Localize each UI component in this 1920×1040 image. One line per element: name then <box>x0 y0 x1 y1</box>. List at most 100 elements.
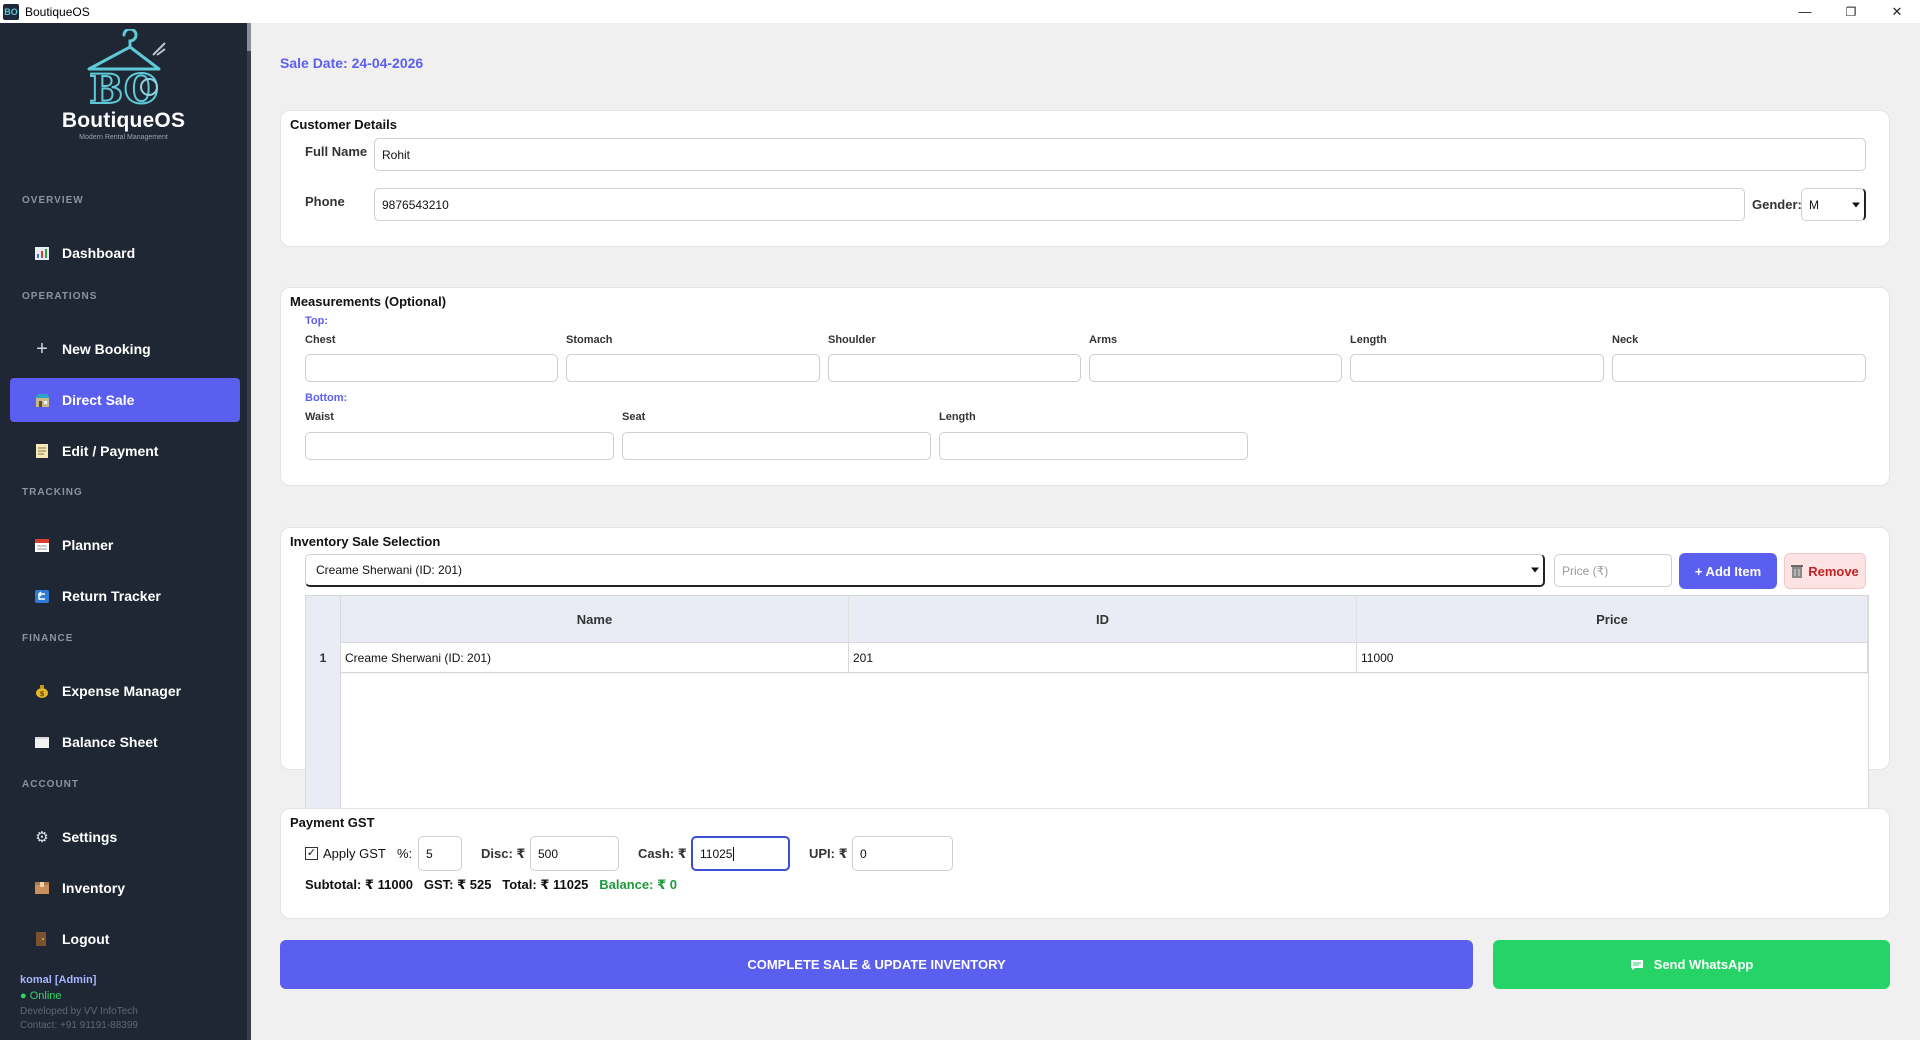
gst-percent-input[interactable]: 5 <box>418 836 462 871</box>
chest-label: Chest <box>305 334 336 346</box>
remove-button[interactable]: Remove <box>1784 553 1866 589</box>
full-name-label: Full Name <box>305 144 368 159</box>
bottom-length-input[interactable] <box>939 432 1248 460</box>
add-item-button[interactable]: + Add Item <box>1679 553 1777 589</box>
gender-select[interactable]: M <box>1801 188 1866 221</box>
svg-text:BO: BO <box>89 66 158 107</box>
sidebar-item-new-booking[interactable]: + New Booking <box>10 327 240 371</box>
row-number[interactable]: 1 <box>306 642 341 673</box>
cash-label: Cash: ₹ <box>638 846 687 861</box>
status-badge: ● Online <box>20 990 62 1002</box>
shoulder-input[interactable] <box>828 354 1081 382</box>
plus-icon: + <box>36 337 48 360</box>
arms-label: Arms <box>1089 334 1118 346</box>
sidebar-item-edit-payment[interactable]: Edit / Payment <box>10 429 240 473</box>
developer-contact: Contact: +91 91191-88399 <box>20 1020 138 1031</box>
window-titlebar: BO BoutiqueOS — ❐ ✕ <box>0 0 1920 23</box>
bottom-measurements-label: Bottom: <box>305 392 348 404</box>
complete-sale-button[interactable]: COMPLETE SALE & UPDATE INVENTORY <box>280 940 1473 989</box>
sidebar-item-planner[interactable]: Planner <box>10 523 240 567</box>
checkmark-icon: ✓ <box>306 847 317 859</box>
payment-totals: Subtotal: ₹ 11000 GST: ₹ 525 Total: ₹ 11… <box>305 877 677 893</box>
window-controls: — ❐ ✕ <box>1782 0 1920 23</box>
full-name-input[interactable]: Rohit <box>374 138 1866 171</box>
sidebar-item-label: Logout <box>62 931 110 947</box>
money-bag-icon: $ <box>34 683 50 699</box>
sale-date: Sale Date: 24-04-2026 <box>280 55 424 71</box>
inventory-item-select[interactable]: Creame Sherwani (ID: 201) <box>305 554 1545 587</box>
sidebar-item-return-tracker[interactable]: Return Tracker <box>10 574 240 618</box>
send-whatsapp-button[interactable]: Send WhatsApp <box>1493 940 1890 989</box>
upi-input[interactable]: 0 <box>852 836 953 871</box>
sidebar-item-label: Dashboard <box>62 245 136 261</box>
seat-input[interactable] <box>622 432 931 460</box>
sidebar-item-label: New Booking <box>62 341 151 357</box>
gst-percent-value: 5 <box>426 846 433 861</box>
chart-icon <box>34 245 50 261</box>
user-name: komal [Admin] <box>20 974 97 986</box>
sidebar: BO BoutiqueOS Modern Rental Management O… <box>0 23 247 1040</box>
waist-label: Waist <box>305 411 334 423</box>
price-input[interactable]: Price (₹) <box>1554 554 1672 587</box>
arms-input[interactable] <box>1089 354 1342 382</box>
table-cell-id[interactable]: 201 <box>849 642 1357 673</box>
card-title: Measurements (Optional) <box>290 294 447 309</box>
store-icon <box>34 392 50 408</box>
column-header-price[interactable]: Price <box>1357 596 1868 642</box>
section-finance: FINANCE <box>22 633 74 644</box>
top-measurements-label: Top: <box>305 315 329 327</box>
svg-text:$: $ <box>40 690 45 698</box>
table-cell-name[interactable]: Creame Sherwani (ID: 201) <box>341 642 849 673</box>
column-header-id[interactable]: ID <box>849 596 1357 642</box>
apply-gst-checkbox[interactable]: ✓ <box>305 847 318 860</box>
section-operations: OPERATIONS <box>22 291 98 302</box>
neck-label: Neck <box>1612 334 1639 346</box>
sidebar-item-dashboard[interactable]: Dashboard <box>10 231 240 275</box>
chevron-down-icon <box>1531 567 1539 573</box>
discount-input[interactable]: 500 <box>530 836 619 871</box>
sidebar-item-balance-sheet[interactable]: Balance Sheet <box>10 720 240 764</box>
sidebar-item-settings[interactable]: ⚙ Settings <box>10 815 240 859</box>
section-overview: OVERVIEW <box>22 195 84 206</box>
neck-input[interactable] <box>1612 354 1866 382</box>
upi-label: UPI: ₹ <box>809 846 848 861</box>
apply-gst-label: Apply GST <box>323 846 386 861</box>
table-cell-price[interactable]: 11000 <box>1357 642 1868 673</box>
sidebar-item-direct-sale[interactable]: Direct Sale <box>10 378 240 422</box>
full-name-value: Rohit <box>382 147 411 162</box>
seat-label: Seat <box>622 411 646 423</box>
sidebar-item-label: Inventory <box>62 880 126 896</box>
scrollbar-thumb[interactable] <box>247 23 251 51</box>
column-header-name[interactable]: Name <box>341 596 849 642</box>
cash-value: 11025 <box>700 846 733 861</box>
gender-label: Gender: <box>1752 197 1802 212</box>
chest-input[interactable] <box>305 354 558 382</box>
card-title: Payment GST <box>290 815 375 830</box>
developer-credit: Developed by VV InfoTech <box>20 1006 138 1017</box>
sidebar-item-expense-manager[interactable]: $ Expense Manager <box>10 669 240 713</box>
balance-text: Balance: ₹ 0 <box>599 877 677 892</box>
sidebar-item-label: Planner <box>62 537 114 553</box>
sidebar-item-logout[interactable]: Logout <box>10 917 240 961</box>
sheet-icon <box>34 734 50 750</box>
section-tracking: TRACKING <box>22 487 83 498</box>
minimize-icon[interactable]: — <box>1782 0 1828 23</box>
phone-label: Phone <box>305 194 345 209</box>
memo-icon <box>34 443 50 459</box>
close-icon[interactable]: ✕ <box>1874 0 1920 23</box>
sidebar-item-inventory[interactable]: Inventory <box>10 866 240 910</box>
inventory-sale-card: Inventory Sale Selection Creame Sherwani… <box>280 527 1890 811</box>
phone-input[interactable]: 9876543210 <box>374 188 1745 221</box>
stomach-input[interactable] <box>566 354 820 382</box>
maximize-icon[interactable]: ❐ <box>1828 0 1874 23</box>
cash-input[interactable]: 11025 <box>691 836 790 871</box>
waist-input[interactable] <box>305 432 614 460</box>
logo-text: BoutiqueOS <box>61 109 186 132</box>
selected-item-value: Creame Sherwani (ID: 201) <box>316 563 463 577</box>
sidebar-item-label: Settings <box>62 829 118 845</box>
card-title: Inventory Sale Selection <box>290 534 441 549</box>
table-row-header-empty <box>306 673 341 810</box>
top-length-input[interactable] <box>1350 354 1604 382</box>
sidebar-scrollbar[interactable] <box>247 23 251 1040</box>
gender-value: M <box>1809 197 1819 212</box>
